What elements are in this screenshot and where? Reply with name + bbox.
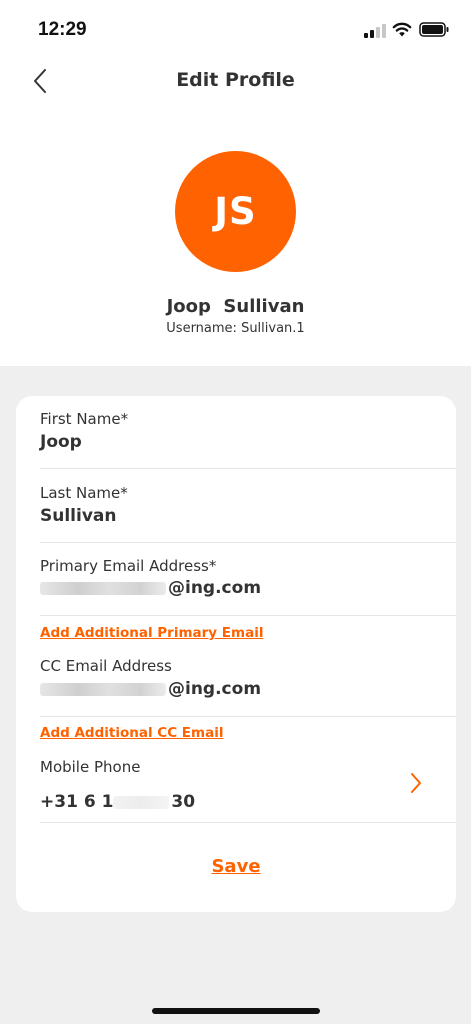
avatar: JS [175,151,296,272]
cc-email-label: CC Email Address [40,657,172,675]
redacted-text [40,682,166,696]
profile-header-area: 12:29 Edit Profile JS Joop Sullivan User… [0,0,471,366]
first-name-field[interactable]: First Name* Joop [40,410,456,464]
last-name-value[interactable]: Sullivan [40,506,116,526]
mobile-phone-label: Mobile Phone [40,758,141,776]
divider [40,822,456,823]
phone-suffix: 30 [171,792,196,812]
chevron-right-icon[interactable] [408,771,424,795]
cc-email-value[interactable]: @ing.com [40,679,261,699]
save-button[interactable]: Save [16,856,456,877]
last-name-label: Last Name* [40,484,128,502]
phone-prefix: +31 6 1 [40,792,114,812]
add-cc-email-link[interactable]: Add Additional CC Email [40,725,223,741]
divider [40,716,456,717]
primary-email-domain: @ing.com [168,578,262,598]
page-title: Edit Profile [176,69,295,91]
status-time: 12:29 [38,19,87,40]
divider [40,615,456,616]
primary-email-field[interactable]: Primary Email Address* @ing.com [40,557,456,611]
cc-email-field[interactable]: CC Email Address @ing.com [40,657,456,711]
profile-username: Username: Sullivan.1 [166,321,305,336]
mobile-phone-field[interactable]: Mobile Phone +31 6 1 30 [40,758,456,814]
first-name-label: First Name* [40,410,129,428]
home-indicator[interactable] [152,1008,320,1014]
navigation-bar: Edit Profile [0,56,471,106]
avatar-initials: JS [214,190,257,233]
redacted-text [113,795,170,809]
redacted-text [40,581,166,595]
first-name-value[interactable]: Joop [40,432,82,452]
mobile-phone-value[interactable]: +31 6 1 30 [40,792,195,812]
battery-icon [419,22,449,37]
profile-form-card: First Name* Joop Last Name* Sullivan Pri… [16,396,456,912]
primary-email-value[interactable]: @ing.com [40,578,261,598]
wifi-icon [392,22,412,37]
primary-email-label: Primary Email Address* [40,557,217,575]
status-bar: 12:29 [0,0,471,56]
add-primary-email-link[interactable]: Add Additional Primary Email [40,625,263,641]
profile-full-name: Joop Sullivan [166,296,305,317]
last-name-field[interactable]: Last Name* Sullivan [40,484,456,538]
signal-icon [364,22,386,38]
cc-email-domain: @ing.com [168,679,262,699]
divider [40,542,456,543]
divider [40,468,456,469]
